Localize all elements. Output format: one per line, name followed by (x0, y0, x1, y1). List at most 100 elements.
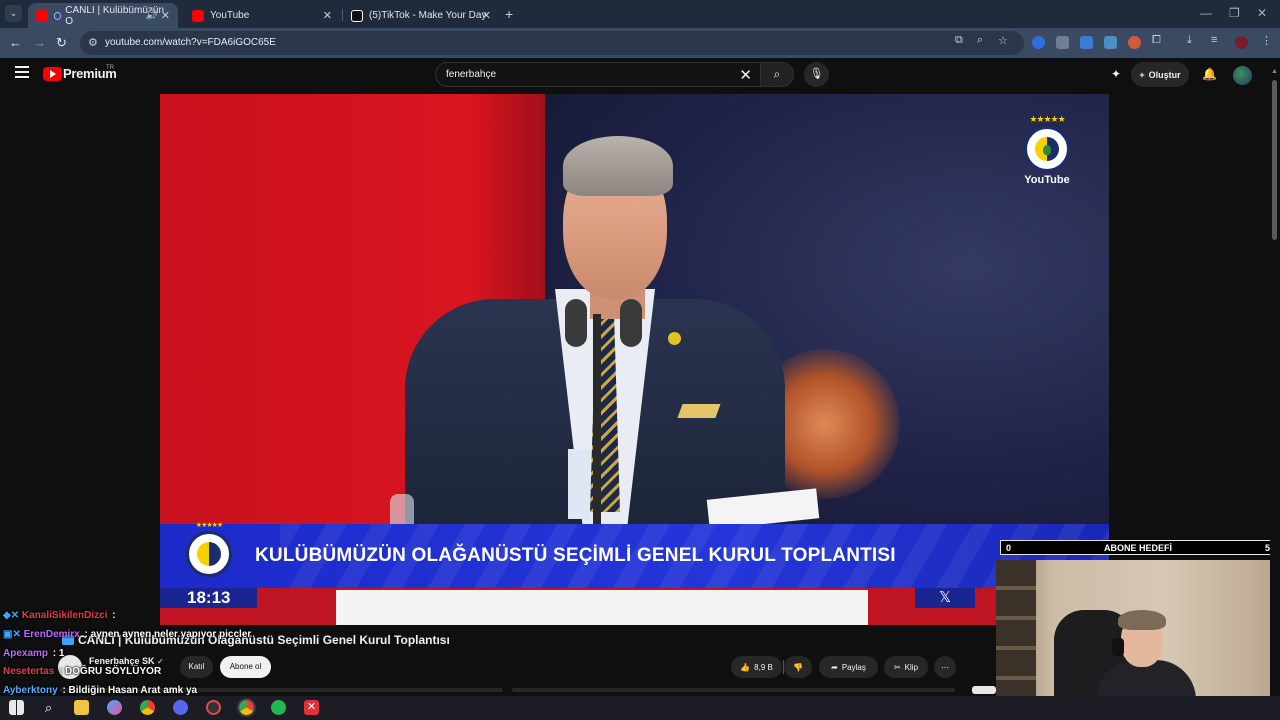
url-text: youtube.com/watch?v=FDA6iGOC65E (105, 37, 276, 48)
create-button[interactable]: + Oluştur (1131, 62, 1189, 87)
cast-icon[interactable]: ✦ (1111, 67, 1121, 81)
scrollbar-thumb[interactable] (1272, 80, 1277, 240)
verified-icon: ✓ (157, 657, 164, 666)
forward-icon[interactable]: → (33, 35, 46, 50)
microphone-icon[interactable]: 🎙 (804, 62, 829, 87)
tab-search-icon[interactable]: ⌄ (5, 5, 22, 22)
video-player[interactable]: ★★★★★ YouTube ★★★★★ KULÜBÜMÜZÜN OLAĞANÜS… (160, 94, 1109, 625)
spotify-icon[interactable] (271, 700, 286, 715)
browser-menu-icon[interactable]: ⋮ (1261, 34, 1272, 47)
close-tab-icon[interactable]: ✕ (482, 9, 491, 22)
tab-tiktok[interactable]: (5)TikTok - Make Your Day ✕ (343, 3, 499, 28)
more-icon: ⋯ (941, 662, 949, 672)
extension-text-icon[interactable] (1104, 36, 1117, 49)
zoom-icon[interactable]: ⌕ (977, 34, 983, 47)
extension-fox-icon[interactable] (1128, 36, 1141, 49)
overlay-clock: 18:13 (187, 588, 231, 607)
youtube-logo-icon[interactable] (43, 67, 62, 81)
goal-label: ABONE HEDEFİ (1103, 543, 1172, 553)
tab-live-video[interactable]: CANLI | Kulübümüzün O 🔊 ✕ (28, 3, 178, 28)
address-bar[interactable]: ⚙ youtube.com/watch?v=FDA6iGOC65E (80, 31, 1024, 55)
channel-name[interactable]: Fenerbahçe SK ✓ (89, 656, 164, 666)
app-x-icon[interactable]: ✕ (304, 700, 319, 715)
badge-icon: ◆✕ (3, 610, 20, 621)
clip-label: Klip (904, 662, 919, 672)
chrome-icon[interactable] (140, 700, 155, 715)
back-icon[interactable]: ← (9, 35, 22, 50)
chat-message: ▣✕ ErenDemirx : aynen aynen neler yapıyo… (3, 629, 251, 640)
tab-group-icon (53, 11, 62, 20)
close-tab-icon[interactable]: ✕ (161, 9, 170, 22)
lanyard-badge (568, 449, 590, 519)
speaker-hair (563, 136, 673, 196)
podium-microphone (620, 299, 642, 347)
browser-tab-strip: ⌄ CANLI | Kulübümüzün O 🔊 ✕ YouTube ✕ (5… (0, 0, 1280, 28)
scroll-up-icon[interactable]: ▲ (1271, 68, 1278, 75)
chat-message: Apexamp : 1 (3, 648, 64, 659)
channel-watermark: ★★★★★ YouTube (1022, 114, 1072, 189)
share-label: Paylaş (841, 662, 866, 672)
comments-panel[interactable] (512, 688, 955, 692)
tab-youtube[interactable]: YouTube ✕ (184, 3, 340, 28)
chat-text: : DOĞRU SÖYLÜYOR (58, 666, 162, 677)
search-input[interactable]: fenerbahçe ✕ (435, 62, 761, 87)
water-bottle (390, 494, 414, 528)
reload-icon[interactable]: ↻ (56, 35, 67, 51)
chat-username: Nesetertas (3, 666, 55, 677)
extensions-puzzle-icon[interactable]: ⧠ (1152, 34, 1161, 47)
extension-shield-icon[interactable] (1032, 36, 1045, 49)
restore-icon[interactable]: ❐ (1229, 6, 1240, 20)
tiktok-icon (351, 9, 363, 22)
subscriber-goal-bar: 0 ABONE HEDEFİ 5 (1000, 540, 1276, 555)
menu-icon[interactable] (15, 66, 29, 78)
download-icon[interactable]: ⤓ (1187, 34, 1192, 47)
start-icon[interactable] (9, 700, 24, 715)
browser-toolbar: ← → ↻ ⚙ youtube.com/watch?v=FDA6iGOC65E … (0, 28, 1280, 58)
dislike-button[interactable]: 👎 (784, 656, 812, 678)
search-query: fenerbahçe (446, 69, 497, 80)
join-button[interactable]: Katıl (180, 656, 213, 678)
reading-list-icon[interactable]: ≡ (1211, 34, 1217, 46)
more-actions-button[interactable]: ⋯ (934, 656, 956, 678)
create-label: Oluştur (1148, 69, 1181, 80)
subscribe-button[interactable]: Abone ol (220, 656, 271, 678)
related-video-thumbnail[interactable] (972, 686, 996, 694)
share-button[interactable]: ➦ Paylaş (819, 656, 878, 678)
copilot-icon[interactable] (107, 700, 122, 715)
close-tab-icon[interactable]: ✕ (323, 9, 332, 22)
club-crest-icon (186, 531, 232, 577)
chat-text: : (112, 610, 116, 621)
install-app-icon[interactable]: ⧉ (955, 34, 963, 47)
chat-text: : 1 (52, 648, 65, 659)
clear-search-icon[interactable]: ✕ (739, 66, 752, 84)
chrome-active-icon[interactable] (239, 700, 254, 715)
extension-filter-icon[interactable] (1056, 36, 1069, 49)
badge-icon: ▣✕ (3, 629, 21, 640)
new-tab-icon[interactable]: + (505, 6, 513, 22)
discord-icon[interactable] (173, 700, 188, 715)
speaker-icon[interactable]: 🔊 (146, 10, 158, 21)
clip-button[interactable]: ✂ Klip (884, 656, 928, 678)
file-explorer-icon[interactable] (74, 700, 89, 715)
lapel-pin (668, 332, 681, 345)
extension-translate-icon[interactable] (1080, 36, 1093, 49)
streamer-hair (1118, 610, 1166, 630)
chat-username: KanaliSikilenDizci (21, 610, 108, 621)
like-count: 8,9 B (754, 662, 773, 672)
thumbs-up-icon: 👍 (740, 662, 751, 672)
chat-text: : aynen aynen neler yapıyor piccler (84, 629, 252, 640)
notifications-bell-icon[interactable]: 🔔 (1202, 67, 1217, 81)
search-icon[interactable]: ⌕ (41, 700, 56, 715)
search-icon[interactable]: ⌕ (760, 62, 794, 87)
bookmark-star-icon[interactable]: ☆ (998, 34, 1008, 47)
close-window-icon[interactable]: ✕ (1257, 6, 1267, 20)
profile-icon[interactable] (1235, 36, 1248, 49)
minimize-icon[interactable]: — (1200, 6, 1212, 20)
youtube-icon (192, 9, 204, 22)
x-logo-icon: 𝕏 (915, 588, 975, 608)
like-button[interactable]: 👍 8,9 B (731, 656, 782, 678)
chat-message: ◆✕ KanaliSikilenDizci : (3, 610, 116, 621)
site-info-icon[interactable]: ⚙ (88, 36, 98, 49)
account-avatar[interactable] (1233, 66, 1252, 85)
obs-icon[interactable] (206, 700, 221, 715)
